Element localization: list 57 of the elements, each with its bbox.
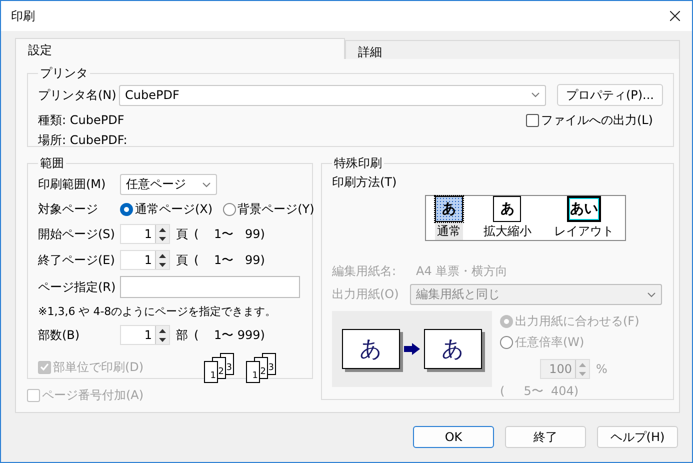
dropdown-caret-icon <box>202 182 211 188</box>
unit-label: 部 <box>176 326 188 344</box>
range-hint: ( 1〜 99) <box>194 226 265 242</box>
arrow-icon <box>404 343 420 355</box>
range-dropdown[interactable]: 任意ページ <box>120 174 217 195</box>
dropdown-caret-icon <box>647 292 656 298</box>
range-hint: ( 5〜 404) <box>500 383 580 400</box>
group-legend: 範囲 <box>38 155 66 172</box>
properties-button[interactable]: プロパティ(P)... <box>556 84 663 106</box>
range-hint: ( 1〜 99) <box>194 252 265 268</box>
close-icon[interactable] <box>670 11 680 21</box>
field-label: 対象ページ <box>38 201 99 218</box>
field-label: 終了ページ(E) <box>38 252 114 268</box>
field-label: ページ指定(R) <box>38 278 114 296</box>
spin-down-icon[interactable] <box>159 236 166 240</box>
paper-name: A4 単票・横方向 <box>416 263 508 280</box>
spin-down-icon[interactable] <box>159 338 166 342</box>
range-hint: ( 1〜 999) <box>194 326 265 344</box>
dialog-button[interactable]: ヘルプ(H) <box>597 426 678 448</box>
spin-up-icon[interactable] <box>159 328 166 332</box>
field-label: 部数(B) <box>38 326 81 344</box>
page-spec-field[interactable] <box>120 276 300 298</box>
number-spinner[interactable]: 1 <box>120 325 170 345</box>
field-label: 出力用紙(O) <box>332 286 400 303</box>
dialog-button[interactable]: OK <box>413 426 494 448</box>
number-spinner[interactable]: 1 <box>120 224 170 244</box>
window-title: 印刷 <box>11 8 35 24</box>
field-label: 編集用紙名: <box>332 263 398 280</box>
printer-type: 種類: CubePDF <box>38 112 126 129</box>
field-label: 印刷方法(T) <box>332 174 398 191</box>
radio-option[interactable]: 通常ページ(X) <box>120 201 213 218</box>
unit-label: 頁 <box>176 252 188 268</box>
group-legend: プリンタ <box>38 65 90 82</box>
unit-label: % <box>596 362 608 376</box>
radio-option[interactable]: 背景ページ(Y) <box>222 201 314 218</box>
spin-up-icon[interactable] <box>159 228 166 232</box>
printer-dropdown[interactable]: CubePDF <box>119 84 546 106</box>
field-label: 開始ページ(S) <box>38 226 114 242</box>
unit-label: 頁 <box>176 226 188 242</box>
tab[interactable]: 設定 <box>15 38 345 59</box>
page-stack-drawing: 1 2 3 <box>246 351 282 383</box>
hint-text: ※1,3,6 や 4-8のようにページを指定できます。 <box>38 304 278 319</box>
spin-up-icon[interactable] <box>159 254 166 258</box>
number-spinner[interactable]: 1 <box>120 250 170 270</box>
print-to-file-checkbox[interactable]: ファイルへの出力(L) <box>526 112 653 129</box>
tab[interactable]: 詳細 <box>345 40 680 59</box>
dropdown-caret-icon <box>530 92 540 98</box>
field-label: 印刷範囲(M) <box>38 176 107 193</box>
group-legend: 特殊印刷 <box>332 155 384 172</box>
dialog-button[interactable]: 終了 <box>505 426 586 448</box>
page-preview: あ <box>342 329 400 369</box>
printer-location: 場所: CubePDF: <box>38 132 128 149</box>
page-stack-drawing: 1 2 3 <box>204 351 240 383</box>
field-label: プリンタ名(N) <box>38 86 113 104</box>
page-preview: あ <box>424 329 482 369</box>
spin-down-icon[interactable] <box>159 262 166 266</box>
check-icon <box>40 363 49 371</box>
